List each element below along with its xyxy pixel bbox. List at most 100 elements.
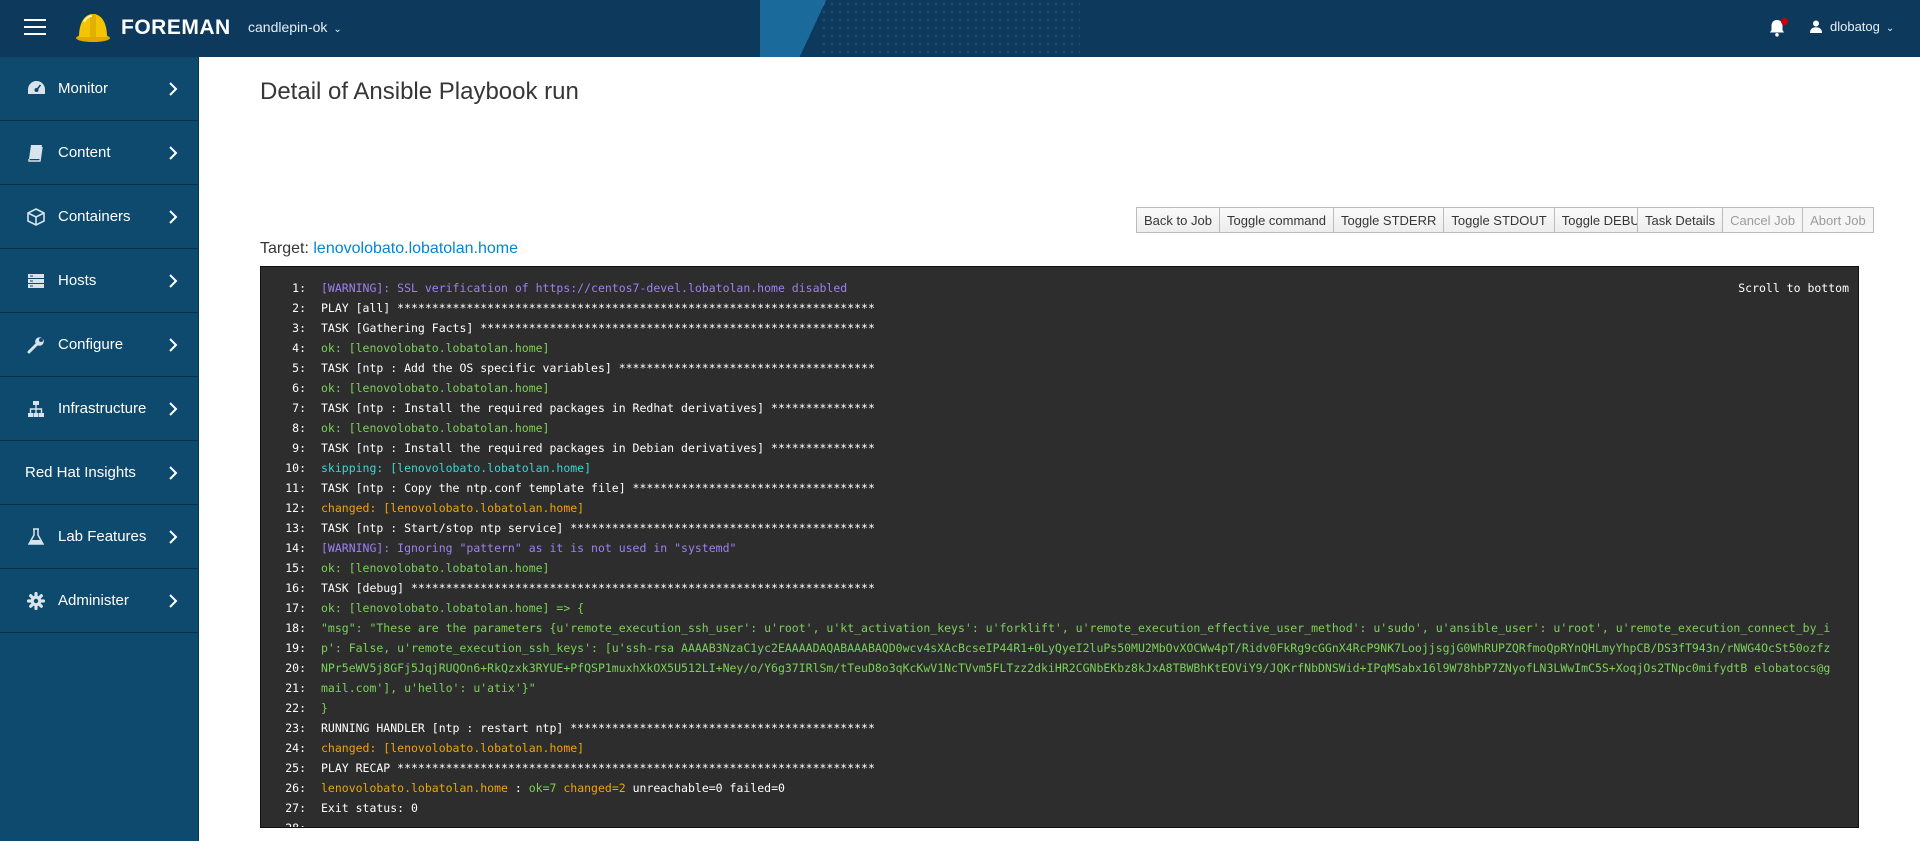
target-label: Target: xyxy=(260,240,309,257)
brand-name[interactable]: FOREMAN xyxy=(121,16,231,40)
console-line: 14: [WARNING]: Ignoring "pattern" as it i… xyxy=(261,538,1848,558)
console-line: 1: [WARNING]: SSL verification of https:/… xyxy=(261,278,1848,298)
line-segment: TASK [debug] ***************************… xyxy=(321,581,875,595)
line-segment: ok: [lenovolobato.lobatolan.home] xyxy=(321,421,550,435)
toggle-stdout-button[interactable]: Toggle STDOUT xyxy=(1444,207,1555,233)
chevron-right-icon xyxy=(169,210,178,224)
line-segment: changed=2 xyxy=(563,781,626,795)
line-segment: lenovolobato.lobatolan.home xyxy=(321,781,508,795)
line-segment: PLAY RECAP *****************************… xyxy=(321,761,875,775)
line-text: [WARNING]: Ignoring "pattern" as it is n… xyxy=(321,538,1848,558)
line-segment: ok: [lenovolobato.lobatolan.home] xyxy=(321,341,550,355)
console-line: 9: TASK [ntp : Install the required packa… xyxy=(261,438,1848,458)
line-text: ok: [lenovolobato.lobatolan.home] xyxy=(321,378,1848,398)
sidebar-item-red-hat-insights[interactable]: Red Hat Insights xyxy=(0,441,198,505)
abort-job-button[interactable]: Abort Job xyxy=(1803,207,1874,233)
line-text: TASK [ntp : Add the OS specific variable… xyxy=(321,358,1848,378)
line-number: 24: xyxy=(285,741,306,755)
console-line: 18: "msg": "These are the parameters {u'r… xyxy=(261,618,1848,638)
line-number: 4: xyxy=(292,341,306,355)
line-segment: unreachable=0 failed=0 xyxy=(625,781,785,795)
line-text: [WARNING]: SSL verification of https://c… xyxy=(321,278,1848,298)
line-number: 20: xyxy=(285,661,306,675)
line-text: PLAY [all] *****************************… xyxy=(321,298,1848,318)
task-details-button[interactable]: Task Details xyxy=(1637,207,1724,233)
line-text: ok: [lenovolobato.lobatolan.home] xyxy=(321,338,1848,358)
line-number: 1: xyxy=(292,281,306,295)
console-line: 4: ok: [lenovolobato.lobatolan.home] xyxy=(261,338,1848,358)
line-text: ok: [lenovolobato.lobatolan.home] xyxy=(321,418,1848,438)
line-segment: ok: [lenovolobato.lobatolan.home] => { xyxy=(321,601,585,615)
sidebar-item-hosts[interactable]: Hosts xyxy=(0,249,198,313)
console-line: 24: changed: [lenovolobato.lobatolan.home… xyxy=(261,738,1848,758)
line-text: changed: [lenovolobato.lobatolan.home] xyxy=(321,738,1848,758)
line-segment: changed: [lenovolobato.lobatolan.home] xyxy=(321,741,585,755)
console-line: 16: TASK [debug] ************************… xyxy=(261,578,1848,598)
line-text: lenovolobato.lobatolan.home : ok=7 chang… xyxy=(321,778,1848,798)
organization-switcher[interactable]: candlepin-ok ⌄ xyxy=(248,19,342,35)
console-line: 26: lenovolobato.lobatolan.home : ok=7 ch… xyxy=(261,778,1848,798)
sidebar-item-content[interactable]: Content xyxy=(0,121,198,185)
line-segment: Exit status: 0 xyxy=(321,801,418,815)
line-segment: TASK [ntp : Copy the ntp.conf template f… xyxy=(321,481,875,495)
chevron-down-icon: ⌄ xyxy=(333,24,342,35)
target-line: Target: lenovolobato.lobatolan.home xyxy=(260,240,518,258)
line-number: 14: xyxy=(285,541,306,555)
line-segment: NPr5eWV5j8GFj5JqjRUQOn6+RkQzxk3RYUE+PfQS… xyxy=(321,661,1831,675)
sidebar-item-configure[interactable]: Configure xyxy=(0,313,198,377)
sidebar-item-containers[interactable]: Containers xyxy=(0,185,198,249)
console-line: 8: ok: [lenovolobato.lobatolan.home] xyxy=(261,418,1848,438)
target-host-link[interactable]: lenovolobato.lobatolan.home xyxy=(313,240,518,257)
console-line: 17: ok: [lenovolobato.lobatolan.home] => … xyxy=(261,598,1848,618)
line-text: ok: [lenovolobato.lobatolan.home] => { xyxy=(321,598,1848,618)
line-text xyxy=(321,818,1848,827)
line-number: 28: xyxy=(285,821,306,828)
user-menu[interactable]: dlobatog ⌄ xyxy=(1810,19,1894,34)
toggle-stderr-button[interactable]: Toggle STDERR xyxy=(1334,207,1445,233)
toggle-command-button[interactable]: Toggle command xyxy=(1219,207,1334,233)
line-text: changed: [lenovolobato.lobatolan.home] xyxy=(321,498,1848,518)
console-line: 23: RUNNING HANDLER [ntp : restart ntp] *… xyxy=(261,718,1848,738)
chevron-right-icon xyxy=(169,594,178,608)
back-to-job-button[interactable]: Back to Job xyxy=(1136,207,1220,233)
line-segment: p': False, u'remote_execution_ssh_keys':… xyxy=(321,641,1831,655)
line-segment: changed: [lenovolobato.lobatolan.home] xyxy=(321,501,585,515)
line-segment: TASK [ntp : Install the required package… xyxy=(321,441,875,455)
sidebar-item-infrastructure[interactable]: Infrastructure xyxy=(0,377,198,441)
line-number: 16: xyxy=(285,581,306,595)
menu-toggle-icon[interactable] xyxy=(24,19,46,37)
line-text: Exit status: 0 xyxy=(321,798,1848,818)
line-number: 3: xyxy=(292,321,306,335)
console-line: 5: TASK [ntp : Add the OS specific variab… xyxy=(261,358,1848,378)
chevron-right-icon xyxy=(169,402,178,416)
line-text: TASK [ntp : Install the required package… xyxy=(321,398,1848,418)
sidebar-item-administer[interactable]: Administer xyxy=(0,569,198,633)
sidebar-item-lab-features[interactable]: Lab Features xyxy=(0,505,198,569)
book-icon xyxy=(26,143,46,163)
line-segment: skipping: [lenovolobato.lobatolan.home] xyxy=(321,461,592,475)
chevron-right-icon xyxy=(169,530,178,544)
line-text: TASK [ntp : Install the required package… xyxy=(321,438,1848,458)
line-number: 13: xyxy=(285,521,306,535)
flask-icon xyxy=(26,527,46,547)
line-text: skipping: [lenovolobato.lobatolan.home] xyxy=(321,458,1848,478)
line-number: 8: xyxy=(292,421,306,435)
sidebar-item-monitor[interactable]: Monitor xyxy=(0,57,198,121)
console-line: 20: NPr5eWV5j8GFj5JqjRUQOn6+RkQzxk3RYUE+P… xyxy=(261,658,1848,678)
console-line: 7: TASK [ntp : Install the required packa… xyxy=(261,398,1848,418)
line-segment: [WARNING]: SSL verification of https://c… xyxy=(321,281,848,295)
console-line: 10: skipping: [lenovolobato.lobatolan.hom… xyxy=(261,458,1848,478)
foreman-helmet-icon[interactable] xyxy=(75,10,111,44)
network-icon xyxy=(26,399,46,419)
cancel-job-button[interactable]: Cancel Job xyxy=(1723,207,1804,233)
line-number: 15: xyxy=(285,561,306,575)
gear-icon xyxy=(26,591,46,611)
scroll-to-bottom-link[interactable]: Scroll to bottom xyxy=(1738,281,1849,295)
job-actions-group: Task Details Cancel Job Abort Job xyxy=(1637,207,1874,233)
cube-icon xyxy=(26,207,46,227)
job-output-console[interactable]: 1: [WARNING]: SSL verification of https:/… xyxy=(260,266,1859,828)
line-number: 12: xyxy=(285,501,306,515)
line-number: 25: xyxy=(285,761,306,775)
console-line: 19: p': False, u'remote_execution_ssh_key… xyxy=(261,638,1848,658)
line-number: 9: xyxy=(292,441,306,455)
